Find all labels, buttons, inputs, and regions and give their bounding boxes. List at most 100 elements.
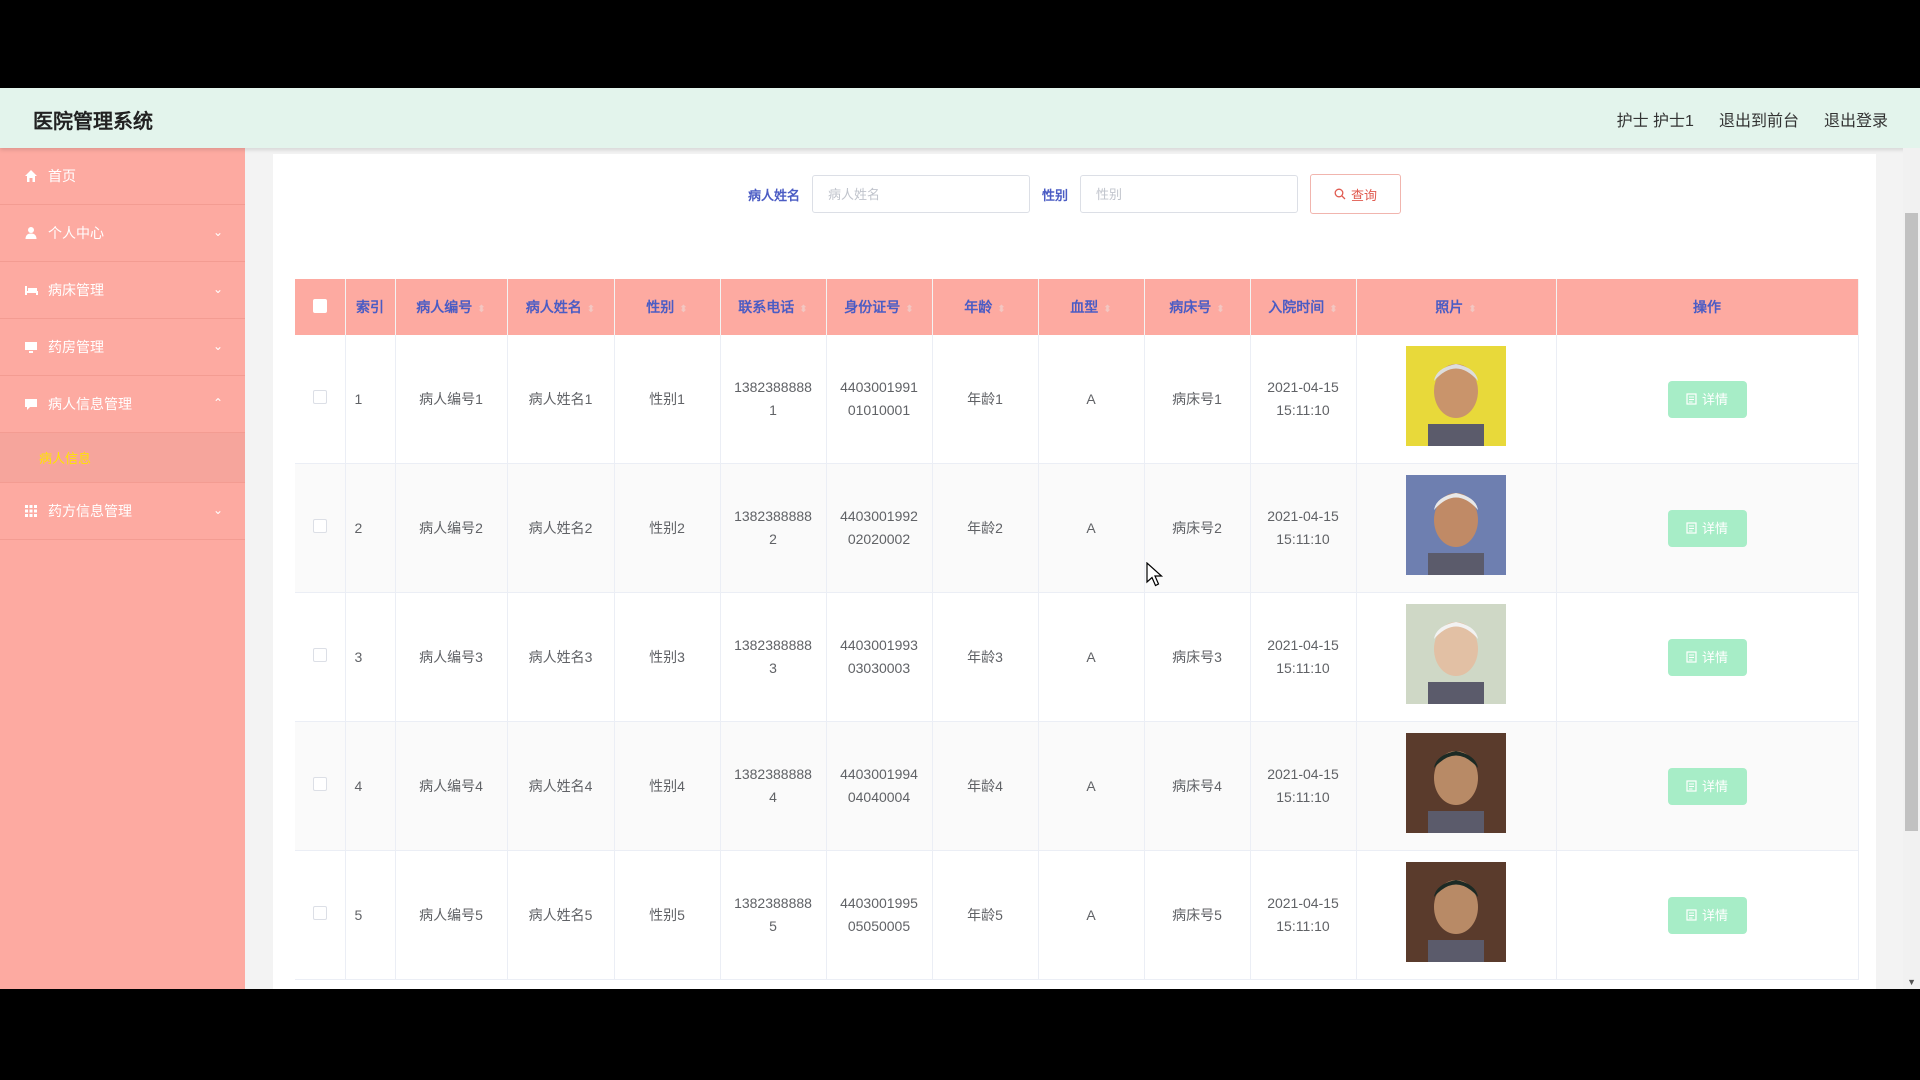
detail-button[interactable]: 详情 [1667,638,1747,676]
content-panel: 病人姓名 性别 查询 索引 病人编号⬍ 病人姓名⬍ 性别⬍ [273,154,1876,989]
cell-photo [1356,463,1557,593]
sidebar-item-label: 病床管理 [48,282,104,298]
chevron-down-icon: ⌄ [212,503,223,517]
search-icon [1334,188,1346,200]
cell-photo [1356,721,1557,851]
sidebar-item-personal-center[interactable]: 个人中心 ⌄ [0,205,245,262]
cell-photo [1356,592,1557,722]
sort-icon[interactable]: ⬍ [679,304,687,315]
detail-button-label: 详情 [1701,391,1728,407]
sort-icon[interactable]: ⬍ [1103,304,1111,315]
row-select-cell[interactable] [295,850,346,980]
gender-input[interactable] [1080,175,1299,213]
cell-id-card: 4403001995 05050005 [826,850,933,980]
col-id-card[interactable]: 身份证号 ⬍ [826,279,933,335]
detail-button-label: 详情 [1701,520,1728,536]
sidebar: 首页 个人中心 ⌄ 病床管理 ⌄ 药房管理 ⌄ 病人信息管理 ⌃ 病人信息 药方… [0,148,245,989]
col-gender[interactable]: 性别 ⬍ [614,279,721,335]
cell-blood-type: A [1038,850,1145,980]
row-checkbox[interactable] [312,518,327,533]
logout-link[interactable]: 退出登录 [1824,107,1888,131]
sort-icon[interactable]: ⬍ [1468,304,1476,315]
mouse-cursor-icon [1146,562,1164,587]
top-bar: 医院管理系统 护士 护士1 退出到前台 退出登录 [0,88,1920,148]
cell-patient-name: 病人姓名4 [507,721,615,851]
sort-icon[interactable]: ⬍ [587,304,595,315]
col-index: 索引 [345,279,396,335]
query-button-label: 查询 [1351,187,1378,203]
patient-photo [1406,861,1506,962]
cell-patient-name: 病人姓名5 [507,850,615,980]
row-select-cell[interactable] [295,463,346,593]
cell-actions: 详情 [1556,463,1859,593]
patient-photo [1406,345,1506,446]
cell-admission-time: 2021-04-15 15:11:10 [1250,463,1357,593]
document-icon [1686,522,1697,534]
row-select-cell[interactable] [295,721,346,851]
row-select-cell[interactable] [295,335,346,464]
row-checkbox[interactable] [312,389,327,404]
patient-table: 索引 病人编号 ⬍ 病人姓名 ⬍ 性别 ⬍ 联系电话 ⬍ 身份证号 ⬍ 年龄 ⬍ 血型 ⬍ 病… [295,279,1859,980]
cell-patient-name: 病人姓名1 [507,335,615,464]
sidebar-item-pharmacy-management[interactable]: 药房管理 ⌄ [0,319,245,376]
cell-gender: 性别2 [614,463,721,593]
query-button[interactable]: 查询 [1310,174,1402,214]
detail-button[interactable]: 详情 [1667,896,1747,934]
sort-icon[interactable]: ⬍ [997,304,1005,315]
cell-index: 2 [345,463,396,593]
document-icon [1686,393,1697,405]
detail-button-label: 详情 [1701,778,1728,794]
col-admission-time[interactable]: 入院时间 ⬍ [1250,279,1357,335]
select-all-checkbox[interactable] [312,298,327,313]
col-age[interactable]: 年龄 ⬍ [932,279,1039,335]
col-blood-type[interactable]: 血型 ⬍ [1038,279,1145,335]
sidebar-item-bed-management[interactable]: 病床管理 ⌄ [0,262,245,319]
sort-icon[interactable]: ⬍ [1329,304,1337,315]
detail-button[interactable]: 详情 [1667,509,1747,547]
sidebar-item-patient-info-management[interactable]: 病人信息管理 ⌃ [0,376,245,433]
scrollbar-thumb[interactable] [1905,213,1918,831]
patient-name-input[interactable] [812,175,1030,213]
cell-actions: 详情 [1556,850,1859,980]
app-title: 医院管理系统 [33,111,153,133]
cell-bed-number: 病床号3 [1144,592,1251,722]
cell-blood-type: A [1038,721,1145,851]
row-select-cell[interactable] [295,592,346,722]
detail-button[interactable]: 详情 [1667,767,1747,805]
cell-age: 年龄3 [932,592,1039,722]
cell-gender: 性别5 [614,850,721,980]
table-row: 2 病人编号2 病人姓名2 性别2 1382388888 2 4403001992… [295,463,1859,593]
sidebar-item-prescription-management[interactable]: 药方信息管理 ⌄ [0,483,245,540]
cell-bed-number: 病床号5 [1144,850,1251,980]
sort-icon[interactable]: ⬍ [477,304,485,315]
col-bed-number[interactable]: 病床号 ⬍ [1144,279,1251,335]
row-checkbox[interactable] [312,905,327,920]
scrollbar[interactable]: ▼ [1903,148,1920,989]
select-all-cell[interactable] [295,279,346,335]
sort-icon[interactable]: ⬍ [1216,304,1224,315]
exit-to-frontend-link[interactable]: 退出到前台 [1719,107,1799,131]
cell-index: 3 [345,592,396,722]
table-row: 4 病人编号4 病人姓名4 性别4 1382388888 4 4403001994… [295,721,1859,851]
chevron-up-icon: ⌃ [212,396,223,410]
sidebar-subitem-patient-info[interactable]: 病人信息 [0,433,245,483]
table-row: 3 病人编号3 病人姓名3 性别3 1382388888 3 4403001993… [295,592,1859,722]
current-user-link[interactable]: 护士 护士1 [1617,107,1694,131]
sort-icon[interactable]: ⬍ [799,304,807,315]
col-phone[interactable]: 联系电话 ⬍ [720,279,827,335]
col-patient-id[interactable]: 病人编号 ⬍ [395,279,508,335]
cell-photo [1356,335,1557,464]
detail-button[interactable]: 详情 [1667,380,1747,418]
scroll-down-arrow-icon[interactable]: ▼ [1907,977,1916,987]
home-icon [23,168,39,184]
col-photo[interactable]: 照片 ⬍ [1356,279,1557,335]
row-checkbox[interactable] [312,776,327,791]
sidebar-item-home[interactable]: 首页 [0,148,245,205]
cell-index: 1 [345,335,396,464]
detail-button-label: 详情 [1701,907,1728,923]
document-icon [1686,909,1697,921]
cell-phone: 1382388888 4 [720,721,827,851]
col-patient-name[interactable]: 病人姓名 ⬍ [507,279,615,335]
row-checkbox[interactable] [312,647,327,662]
sort-icon[interactable]: ⬍ [905,304,913,315]
